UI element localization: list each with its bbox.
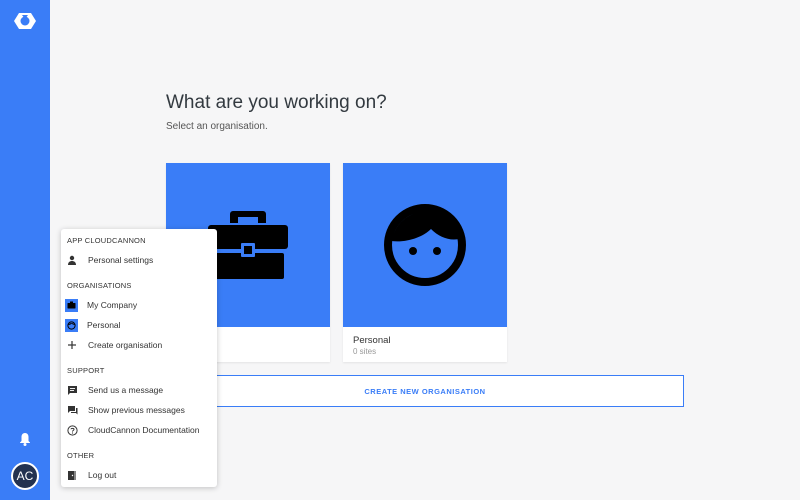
menu-item-label: CloudCannon Documentation	[88, 425, 200, 435]
menu-item-create-organisation[interactable]: Create organisation	[61, 336, 217, 354]
menu-item-label: My Company	[87, 300, 138, 310]
cloudcannon-logo-icon[interactable]	[12, 10, 38, 32]
menu-item-show-messages[interactable]: Show previous messages	[61, 401, 217, 419]
sidebar: AC	[0, 0, 50, 500]
avatar[interactable]: AC	[11, 462, 39, 490]
logout-icon	[66, 469, 78, 481]
briefcase-icon	[208, 211, 288, 279]
menu-item-label: Send us a message	[88, 385, 164, 395]
face-icon	[384, 204, 466, 286]
briefcase-icon	[65, 298, 78, 312]
page-subtitle: Select an organisation.	[166, 121, 268, 132]
org-card-site-count: 0 sites	[353, 347, 377, 356]
person-icon	[66, 254, 78, 266]
plus-icon	[66, 339, 78, 351]
menu-section-organisations: ORGANISATIONS	[67, 281, 132, 290]
account-menu: APP CLOUDCANNON Personal settings ORGANI…	[61, 229, 217, 487]
message-icon	[66, 384, 78, 396]
menu-item-send-message[interactable]: Send us a message	[61, 381, 217, 399]
menu-item-label: Create organisation	[88, 340, 163, 350]
menu-item-label: Log out	[88, 470, 117, 480]
menu-item-label: Show previous messages	[88, 405, 185, 415]
menu-item-label: Personal settings	[88, 255, 154, 265]
menu-item-label: Personal	[87, 320, 121, 330]
org-card-name: Personal	[353, 335, 391, 346]
create-organisation-button[interactable]: CREATE NEW ORGANISATION	[166, 375, 684, 407]
menu-item-personal-settings[interactable]: Personal settings	[61, 251, 217, 269]
menu-item-my-company[interactable]: My Company	[61, 296, 217, 314]
menu-section-other: OTHER	[67, 451, 95, 460]
messages-icon	[66, 404, 78, 416]
menu-item-documentation[interactable]: CloudCannon Documentation	[61, 421, 217, 439]
menu-section-support: SUPPORT	[67, 366, 105, 375]
org-card-personal[interactable]: Personal 0 sites	[343, 163, 507, 362]
menu-item-log-out[interactable]: Log out	[61, 466, 217, 484]
org-card-image	[343, 163, 507, 327]
bell-icon[interactable]	[17, 431, 33, 447]
face-icon	[65, 318, 78, 332]
help-icon	[66, 424, 78, 436]
menu-item-personal[interactable]: Personal	[61, 316, 217, 334]
menu-section-app: APP CLOUDCANNON	[67, 236, 146, 245]
page-title: What are you working on?	[166, 92, 387, 113]
